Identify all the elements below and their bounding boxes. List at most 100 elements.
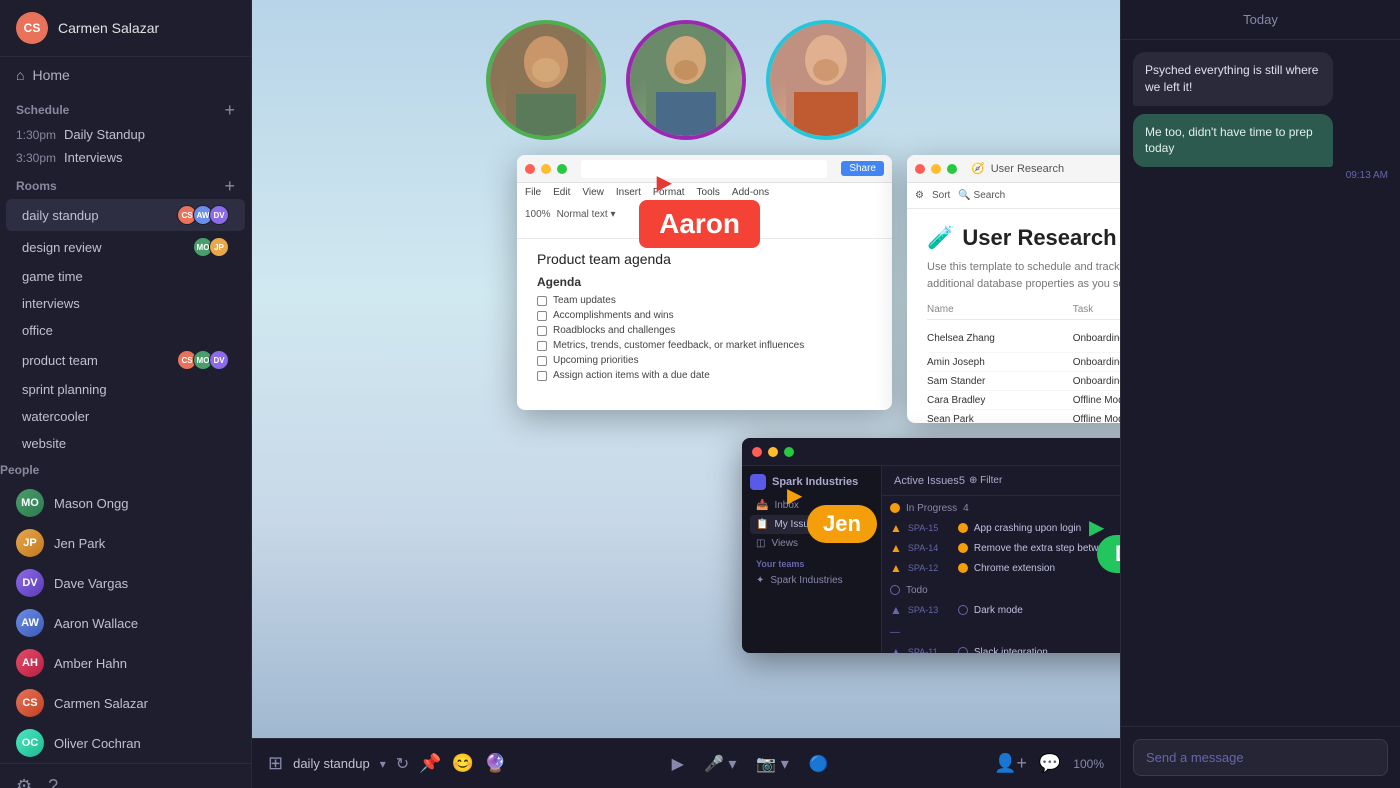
room-watercooler[interactable]: watercooler	[6, 403, 245, 430]
window-linear: Spark Industries 📥 Inbox 📋 My Issues	[742, 438, 1120, 653]
room-avatar-dv2: DV	[209, 350, 229, 370]
room-interviews[interactable]: interviews	[6, 290, 245, 317]
priority-icon-1: ▲	[890, 521, 902, 535]
home-icon: ⌂	[16, 67, 24, 83]
bottom-bar: ⊞ daily standup ▾ ↻ 📌 😊 🔮 ▶ 🎤 ▾ 📷 ▾ 🔵 👤+…	[252, 738, 1120, 788]
issue-spa11[interactable]: ▲ SPA-11 Slack integration Jan 6	[882, 642, 1120, 653]
notion-row-4: Cara Bradley Offline Mode January 24, 20…	[927, 391, 1120, 410]
status-dot-4	[958, 605, 968, 615]
cursor-dave: ▶	[1089, 515, 1104, 540]
person-mason[interactable]: MO Mason Ongg	[0, 483, 251, 523]
notion-breadcrumb: 🧭	[971, 162, 985, 175]
pin-icon[interactable]: 📌	[419, 753, 441, 774]
schedule-label: Schedule	[16, 103, 69, 117]
chat-icon[interactable]: 💬	[1039, 753, 1061, 774]
room-name-game-time: game time	[22, 269, 83, 284]
notion-maximize-dot	[947, 164, 957, 174]
standup-name: Daily Standup	[64, 127, 145, 142]
linear-workspace-name: Spark Industries	[750, 474, 873, 490]
room-product-team[interactable]: product team CS MO DV	[6, 344, 245, 376]
bottom-left: ⊞ daily standup ▾ ↻ 📌 😊 🔮	[268, 753, 506, 774]
avatar-carmen: CS	[16, 689, 44, 717]
play-button[interactable]: ▶	[672, 754, 684, 774]
avatar-oliver: OC	[16, 729, 44, 757]
teams-label: Your teams	[750, 553, 873, 571]
add-person-icon[interactable]: 👤+	[994, 753, 1027, 774]
room-daily-standup[interactable]: daily standup CS AW DV	[6, 199, 245, 231]
bottom-center: ▶ 🎤 ▾ 📷 ▾ 🔵	[522, 754, 978, 774]
room-avatars-design-review: MO JP	[197, 237, 229, 257]
issue-spa12[interactable]: ▲ SPA-12 Chrome extension Jan 6	[882, 558, 1120, 578]
notion-toolbar-search[interactable]: 🔍 Search	[958, 190, 1005, 201]
schedule-item-interviews[interactable]: 3:30pm Interviews	[0, 146, 251, 169]
menu-insert[interactable]: Insert	[616, 187, 641, 198]
name-amber: Amber Hahn	[54, 656, 127, 671]
filter-label[interactable]: ⊕ Filter	[969, 475, 1002, 486]
chat-messages: Psyched everything is still where we lef…	[1121, 40, 1400, 726]
menu-edit[interactable]: Edit	[553, 187, 570, 198]
room-office[interactable]: office	[6, 317, 245, 344]
nav-home[interactable]: ⌂ Home	[0, 57, 251, 93]
menu-addons[interactable]: Add-ons	[732, 187, 769, 198]
notion-page-title: 🧪 User Research	[927, 225, 1120, 251]
sidebar-header: CS Carmen Salazar	[0, 0, 251, 57]
main-content: Share File Edit View Insert Format Tools…	[252, 0, 1120, 788]
section-inprogress: In Progress 4 +	[882, 496, 1120, 518]
camera-button[interactable]: 📷 ▾	[756, 754, 788, 774]
person-carmen[interactable]: CS Carmen Salazar	[0, 683, 251, 723]
another-icon[interactable]: 🔮	[484, 753, 506, 774]
refresh-icon[interactable]: ↻	[396, 754, 409, 774]
chat-message-2-wrapper: Me too, didn't have time to prep today 0…	[1133, 114, 1388, 182]
issue-spa13[interactable]: ▲ SPA-13 Dark mode Jan 6	[882, 600, 1120, 620]
name-jen: Jen Park	[54, 536, 105, 551]
linear-main: Active Issues 5 ⊕ Filter ⋯ In Progress 4	[882, 466, 1120, 653]
rooms-section-header: Rooms +	[0, 169, 251, 199]
notion-row-1: Chelsea Zhang Onboarding Flow January 14…	[927, 324, 1120, 353]
linear-sidebar-spark[interactable]: ✦ Spark Industries	[750, 571, 873, 590]
room-name-sprint-planning: sprint planning	[22, 382, 107, 397]
room-website[interactable]: website	[6, 430, 245, 457]
avatar-dave: DV	[16, 569, 44, 597]
room-sprint-planning[interactable]: sprint planning	[6, 376, 245, 403]
participant-3	[766, 20, 886, 140]
chat-message-2: Me too, didn't have time to prep today	[1133, 114, 1333, 168]
room-design-review[interactable]: design review MO JP	[6, 231, 245, 263]
share-button[interactable]: Share	[841, 161, 884, 176]
emoji-icon[interactable]: 😊	[452, 753, 474, 774]
person-aaron[interactable]: AW Aaron Wallace	[0, 603, 251, 643]
priority-icon-4: ▲	[890, 603, 902, 617]
room-chevron-icon[interactable]: ▾	[380, 757, 386, 771]
person-oliver[interactable]: OC Oliver Cochran	[0, 723, 251, 763]
agenda-item-2: Accomplishments and wins	[537, 310, 872, 321]
notion-toolbar-sort[interactable]: Sort	[932, 190, 950, 201]
chat-input[interactable]	[1133, 739, 1388, 776]
agenda-heading: Agenda	[537, 275, 872, 289]
issues-icon: 📋	[756, 519, 768, 530]
person-dave[interactable]: DV Dave Vargas	[0, 563, 251, 603]
room-avatar-dv: DV	[209, 205, 229, 225]
menu-file[interactable]: File	[525, 187, 541, 198]
add-schedule-button[interactable]: +	[224, 101, 235, 119]
aaron-label: Aaron	[639, 200, 760, 248]
message-time: 09:13 AM	[1133, 170, 1388, 181]
mic-button[interactable]: 🎤 ▾	[704, 754, 736, 774]
notion-close-dot	[915, 164, 925, 174]
issue-spa15[interactable]: ▲ SPA-15 App crashing upon login Jan 6	[882, 518, 1120, 538]
status-dot-5	[958, 647, 968, 653]
room-name-design-review: design review	[22, 240, 102, 255]
menu-view[interactable]: View	[582, 187, 604, 198]
issue-spa14[interactable]: ▲ SPA-14 Remove the extra step between G…	[882, 538, 1120, 558]
notion-content: 🧪 User Research Use this template to sch…	[907, 209, 1120, 423]
help-icon[interactable]: ?	[48, 776, 58, 788]
room-game-time[interactable]: game time	[6, 263, 245, 290]
interviews-time: 3:30pm	[16, 151, 56, 165]
menu-tools[interactable]: Tools	[697, 187, 720, 198]
person-jen[interactable]: JP Jen Park	[0, 523, 251, 563]
add-room-button[interactable]: +	[224, 177, 235, 195]
schedule-item-standup[interactable]: 1:30pm Daily Standup	[0, 123, 251, 146]
person-amber[interactable]: AH Amber Hahn	[0, 643, 251, 683]
grid-icon[interactable]: ⊞	[268, 753, 283, 774]
screen-share-button[interactable]: 🔵	[809, 754, 829, 774]
settings-icon[interactable]: ⚙	[16, 776, 32, 788]
notion-window-bar: 🧭 User Research Share ⋯	[907, 155, 1120, 183]
